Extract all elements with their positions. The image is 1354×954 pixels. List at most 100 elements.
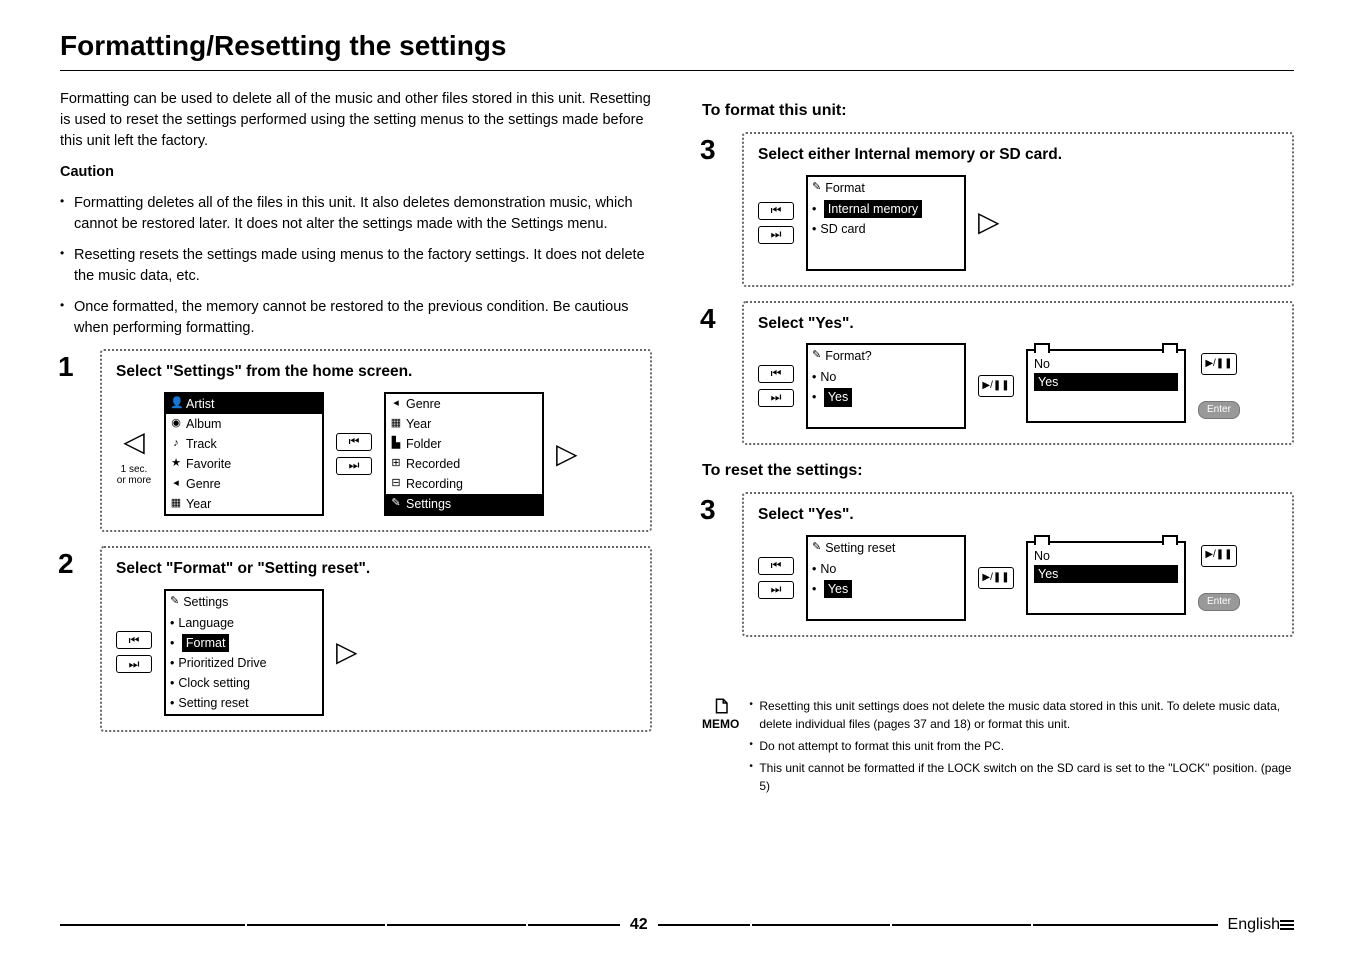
skip-buttons: ⏮ ⏭: [336, 433, 372, 475]
screen-confirm-dialog: No Yes: [1026, 349, 1186, 423]
skip-buttons: ⏮ ⏭: [116, 631, 152, 673]
wrench-icon: ✎: [390, 496, 402, 512]
list-item: Prioritized Drive: [166, 653, 322, 673]
step-number: 1: [58, 347, 74, 388]
recording-icon: ⊟: [390, 476, 402, 492]
dialog-tab-icon: [1034, 343, 1050, 353]
item-label: Year: [406, 415, 431, 433]
next-button[interactable]: ⏭: [758, 581, 794, 599]
caution-heading: Caution: [60, 162, 652, 183]
dialog-option: Yes: [1034, 565, 1178, 583]
step-title: Select "Yes".: [758, 504, 1278, 526]
folder-icon: ▙: [390, 436, 402, 452]
step-3-format: 3 Select either Internal memory or SD ca…: [742, 132, 1294, 286]
screen-settings: ✎Settings Language • Format Prioritized …: [164, 589, 324, 716]
title-rule: [60, 70, 1294, 71]
person-icon: 👤: [170, 396, 182, 412]
item-label: Recording: [406, 475, 463, 493]
calendar-icon: ▦: [390, 416, 402, 432]
left-column: Formatting can be used to delete all of …: [60, 89, 652, 799]
reset-subheading: To reset the settings:: [702, 459, 1294, 482]
step-number: 3: [700, 490, 716, 531]
enter-pill: Enter: [1198, 593, 1240, 612]
screen-home-b: ◂Genre ▦Year ▙Folder ⊞Recorded ⊟Recordin…: [384, 392, 544, 517]
dialog-tab-icon: [1034, 535, 1050, 545]
genre-icon: ◂: [170, 476, 182, 492]
next-button[interactable]: ⏭: [758, 226, 794, 244]
wrench-icon: ✎: [170, 594, 179, 610]
list-item: Language: [166, 613, 322, 633]
prev-button[interactable]: ⏮: [116, 631, 152, 649]
list-item: ⊞Recorded: [386, 454, 542, 474]
step-title: Select "Settings" from the home screen.: [116, 361, 636, 383]
wrench-icon: ✎: [812, 180, 821, 196]
step-title: Select "Yes".: [758, 313, 1278, 335]
star-icon: ★: [170, 456, 182, 472]
dialog-option: No: [1034, 355, 1178, 373]
next-button[interactable]: ⏭: [758, 389, 794, 407]
list-item: ★Favorite: [166, 454, 322, 474]
list-item: • Yes: [808, 579, 964, 599]
item-label: Internal memory: [824, 200, 922, 218]
prev-button[interactable]: ⏮: [758, 365, 794, 383]
screen-header: ✎Format?: [808, 345, 964, 367]
list-item: ⊟Recording: [386, 474, 542, 494]
list-item: ▦Year: [386, 414, 542, 434]
right-column: To format this unit: 3 Select either Int…: [702, 89, 1294, 799]
left-arrow-block: ◁ 1 sec. or more: [116, 422, 152, 487]
caution-list: Formatting deletes all of the files in t…: [60, 193, 652, 339]
list-item: ◂Genre: [386, 394, 542, 414]
screen-format-target: ✎Format • Internal memory SD card: [806, 175, 966, 271]
prev-button[interactable]: ⏮: [336, 433, 372, 451]
memo-text: MEMO: [702, 715, 739, 733]
memo-block: MEMO Resetting this unit settings does n…: [702, 697, 1294, 799]
dialog-option: No: [1034, 547, 1178, 565]
intro-text: Formatting can be used to delete all of …: [60, 89, 652, 152]
dialog-tab-icon: [1162, 535, 1178, 545]
header-label: Format?: [825, 347, 872, 365]
hold-note: 1 sec. or more: [116, 464, 152, 486]
skip-buttons: ⏮ ⏭: [758, 202, 794, 244]
prev-button[interactable]: ⏮: [758, 202, 794, 220]
memo-list: Resetting this unit settings does not de…: [749, 697, 1294, 799]
item-label: Artist: [186, 395, 214, 413]
item-label: Format: [182, 634, 230, 652]
list-item: ▙Folder: [386, 434, 542, 454]
next-button[interactable]: ⏭: [336, 457, 372, 475]
list-item: 👤Artist: [166, 394, 322, 414]
step-1: 1 Select "Settings" from the home screen…: [100, 349, 652, 532]
recorded-icon: ⊞: [390, 456, 402, 472]
play-pause-button[interactable]: ▶/❚❚: [978, 567, 1014, 589]
step-number: 2: [58, 544, 74, 585]
step-4-format: 4 Select "Yes". ⏮ ⏭ ✎Format? No • Yes ▶/…: [742, 301, 1294, 445]
play-pause-button[interactable]: ▶/❚❚: [1201, 545, 1237, 567]
caution-item: Formatting deletes all of the files in t…: [60, 193, 652, 235]
columns: Formatting can be used to delete all of …: [60, 89, 1294, 799]
next-button[interactable]: ⏭: [116, 655, 152, 673]
screen-header: ✎Format: [808, 177, 964, 199]
list-item: • Format: [166, 633, 322, 653]
step-number: 4: [700, 299, 716, 340]
list-item: ♪Track: [166, 434, 322, 454]
footer-decor-mid: [658, 924, 1218, 926]
wrench-icon: ✎: [812, 348, 821, 364]
page-footer: 42 English: [0, 916, 1354, 934]
wrench-icon: ✎: [812, 540, 821, 556]
dialog-option: Yes: [1034, 373, 1178, 391]
header-label: Format: [825, 179, 865, 197]
list-item: Setting reset: [166, 693, 322, 713]
item-label: Folder: [406, 435, 441, 453]
header-label: Setting reset: [825, 539, 895, 557]
note-icon: ♪: [170, 436, 182, 452]
list-item: ◉Album: [166, 414, 322, 434]
play-pause-button[interactable]: ▶/❚❚: [1201, 353, 1237, 375]
skip-buttons: ⏮ ⏭: [758, 557, 794, 599]
screen-confirm-dialog: No Yes: [1026, 541, 1186, 615]
item-label: Yes: [824, 580, 852, 598]
list-item: • Internal memory: [808, 199, 964, 219]
item-label: Genre: [406, 395, 441, 413]
play-pause-button[interactable]: ▶/❚❚: [978, 375, 1014, 397]
prev-button[interactable]: ⏮: [758, 557, 794, 575]
triangle-right-icon: ▷: [978, 202, 1000, 243]
triangle-right-icon: ▷: [336, 632, 358, 673]
